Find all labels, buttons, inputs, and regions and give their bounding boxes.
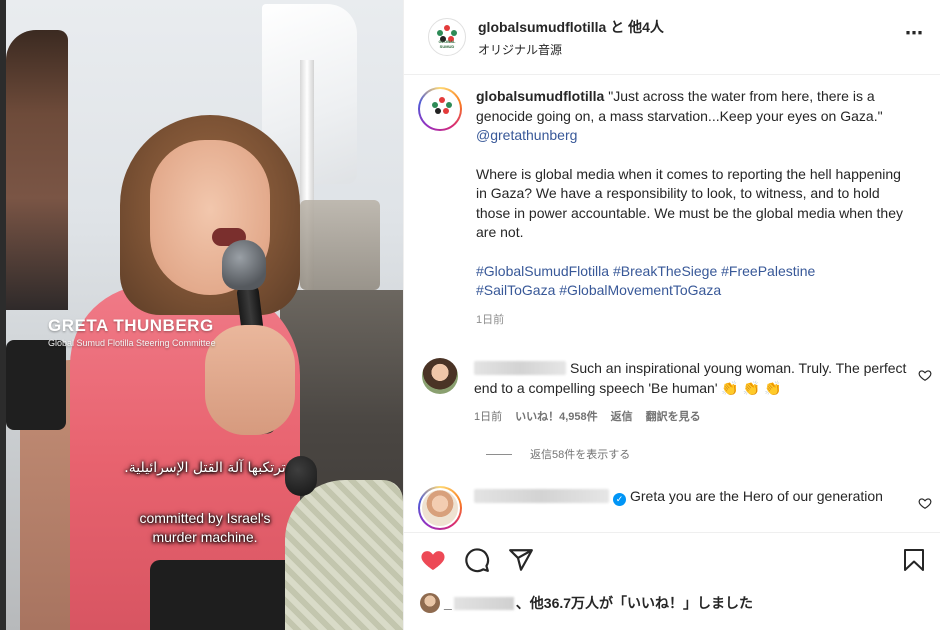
belt-bag xyxy=(150,560,300,630)
header-text: globalsumudflotilla と 他4人 オリジナル音源 xyxy=(478,17,664,58)
subtitle-line-1: committed by Israel's xyxy=(139,510,271,526)
comment: Such an inspirational young woman. Truly… xyxy=(418,358,938,427)
account-avatar[interactable]: GLOBAL SUMUD xyxy=(428,18,466,56)
hashtags: #GlobalSumudFlotilla #BreakTheSiege #Fre… xyxy=(476,262,906,301)
caption-username[interactable]: globalsumudflotilla xyxy=(476,88,604,104)
caption-avatar[interactable] xyxy=(418,87,462,131)
comment-likes[interactable]: いいね！4,958件 xyxy=(515,407,598,427)
view-replies-label[interactable]: 返信58件を表示する xyxy=(530,446,630,462)
caption-paragraph: Where is global media when it comes to r… xyxy=(476,165,903,241)
liker-name-prefix: _ xyxy=(444,595,452,611)
blurred-username xyxy=(474,361,566,375)
share-paper-plane-icon[interactable] xyxy=(508,547,534,573)
likes-count-text: 、他36.7万人が「いいね！」しました xyxy=(515,595,754,611)
commenter-avatar[interactable] xyxy=(422,358,458,394)
comment-heart-icon[interactable] xyxy=(918,368,932,382)
commenter-photo xyxy=(420,488,460,528)
comment-meta: 1日前 いいね！4,958件 返信 翻訳を見る xyxy=(474,407,914,427)
blurred-username xyxy=(474,489,609,503)
mention-link[interactable]: @gretathunberg xyxy=(476,127,577,143)
speaker-name: GRETA THUNBERG xyxy=(48,316,214,335)
man-left xyxy=(6,30,68,310)
post-header: GLOBAL SUMUD globalsumudflotilla と 他4人 オ… xyxy=(404,0,940,75)
post-caption: globalsumudflotilla "Just across the wat… xyxy=(418,87,928,330)
save-button[interactable] xyxy=(903,548,925,572)
comment-time[interactable]: 1日前 xyxy=(474,407,502,427)
hashtags-line-2[interactable]: #SailToGaza #GlobalMovementToGaza xyxy=(476,281,906,301)
microphone-head xyxy=(222,240,266,290)
subtitle-english: committed by Israel's murder machine. xyxy=(60,509,350,547)
liked-by-summary[interactable]: _ 、他36.7万人が「いいね！」しました xyxy=(420,593,753,613)
speaker-role: Global Sumud Flotilla Steering Committee xyxy=(48,338,216,348)
translate-button[interactable]: 翻訳を見る xyxy=(646,407,701,427)
subtitle-arabic: ترتكبها آلة القتل الإسرائيلية. xyxy=(124,460,286,476)
original-audio-link[interactable]: オリジナル音源 xyxy=(478,41,664,58)
action-bar: _ 、他36.7万人が「いいね！」しました xyxy=(404,532,940,630)
like-heart-icon[interactable] xyxy=(420,547,446,573)
comment-text-line: Such an inspirational young woman. Truly… xyxy=(474,358,914,398)
media-edge xyxy=(0,0,6,630)
action-buttons xyxy=(420,547,534,573)
blurred-liker-name xyxy=(453,596,514,610)
bookmark-icon[interactable] xyxy=(903,548,925,572)
flotilla-logo-icon xyxy=(420,89,460,129)
speaker-name-overlay: GRETA THUNBERG Global Sumud Flotilla Ste… xyxy=(48,316,328,348)
comment-text: Greta you are the Hero of our generation xyxy=(630,488,883,504)
comment-heart-icon[interactable] xyxy=(918,496,932,510)
comment-icon[interactable] xyxy=(464,547,490,573)
header-username[interactable]: globalsumudflotilla と 他4人 xyxy=(478,17,664,37)
view-replies[interactable]: 返信58件を表示する xyxy=(486,446,630,462)
logo-text: GLOBAL SUMUD xyxy=(438,39,456,49)
video-media[interactable]: GRETA THUNBERG Global Sumud Flotilla Ste… xyxy=(0,0,403,630)
caption-quote: globalsumudflotilla "Just across the wat… xyxy=(476,87,906,146)
comment-body: Such an inspirational young woman. Truly… xyxy=(474,358,914,427)
subtitle-line-2: murder machine. xyxy=(152,529,258,545)
commenter-avatar[interactable] xyxy=(418,486,462,530)
hashtags-line-1[interactable]: #GlobalSumudFlotilla #BreakTheSiege #Fre… xyxy=(476,262,906,282)
reply-button[interactable]: 返信 xyxy=(611,407,633,427)
post-panel: GLOBAL SUMUD globalsumudflotilla と 他4人 オ… xyxy=(403,0,940,630)
replies-dash xyxy=(486,453,512,455)
comment-body: ✓ Greta you are the Hero of our generatio… xyxy=(474,486,914,530)
knit-hat-foreground xyxy=(285,480,403,630)
liker-avatar xyxy=(420,593,440,613)
caption-timestamp[interactable]: 1日前 xyxy=(476,311,906,331)
more-options-icon[interactable]: ⋯ xyxy=(905,24,924,42)
verified-badge-icon: ✓ xyxy=(613,492,626,506)
camera xyxy=(6,340,66,430)
caption-body: globalsumudflotilla "Just across the wat… xyxy=(476,87,906,330)
comment: ✓ Greta you are the Hero of our generatio… xyxy=(418,486,938,530)
distant-crowd xyxy=(300,200,380,290)
flotilla-logo-icon: GLOBAL SUMUD xyxy=(432,22,462,52)
